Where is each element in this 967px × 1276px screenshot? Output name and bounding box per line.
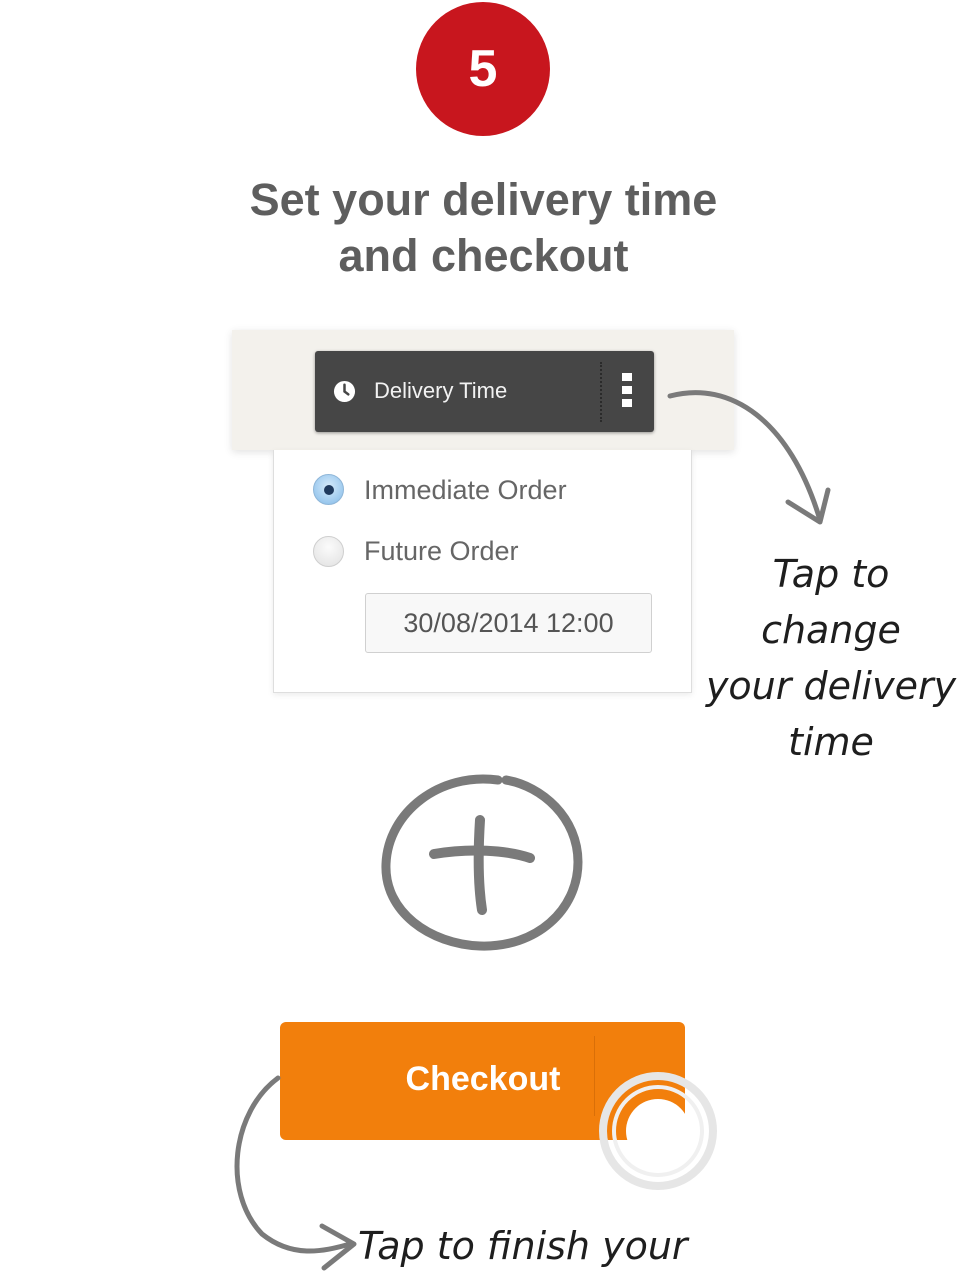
hint-finish-order: Tap to finish your order	[358, 1224, 688, 1268]
checkout-button-divider	[594, 1036, 595, 1116]
page-title-line-1: Set your delivery time	[249, 174, 718, 225]
hint-change-delivery: Tap to change your delivery time	[700, 546, 962, 770]
hint-change-line-2: your delivery	[705, 664, 957, 708]
checkout-label[interactable]: Checkout	[352, 1060, 614, 1099]
hint-change-line-1: Tap to change	[761, 552, 901, 652]
clock-icon	[333, 380, 356, 403]
future-order-radio[interactable]	[313, 536, 344, 567]
step-badge: 5	[416, 2, 550, 136]
delivery-button-divider	[600, 362, 602, 422]
page-title-line-2: and checkout	[338, 230, 629, 281]
future-order-datetime-input[interactable]: 30/08/2014 12:00	[365, 593, 652, 653]
kebab-menu-icon[interactable]	[622, 373, 634, 411]
tap-indicator-icon	[599, 1072, 717, 1190]
hint-arrow-checkout	[234, 1075, 357, 1271]
page-title: Set your delivery time and checkout	[0, 172, 967, 284]
hint-arrow-delivery	[667, 390, 831, 525]
immediate-order-label[interactable]: Immediate Order	[364, 475, 567, 506]
plus-circle-icon	[381, 774, 583, 951]
immediate-order-radio[interactable]	[313, 474, 344, 505]
hint-change-line-3: time	[788, 720, 874, 764]
step-number: 5	[468, 40, 498, 98]
future-order-label[interactable]: Future Order	[364, 536, 519, 567]
delivery-time-label: Delivery Time	[374, 378, 508, 403]
